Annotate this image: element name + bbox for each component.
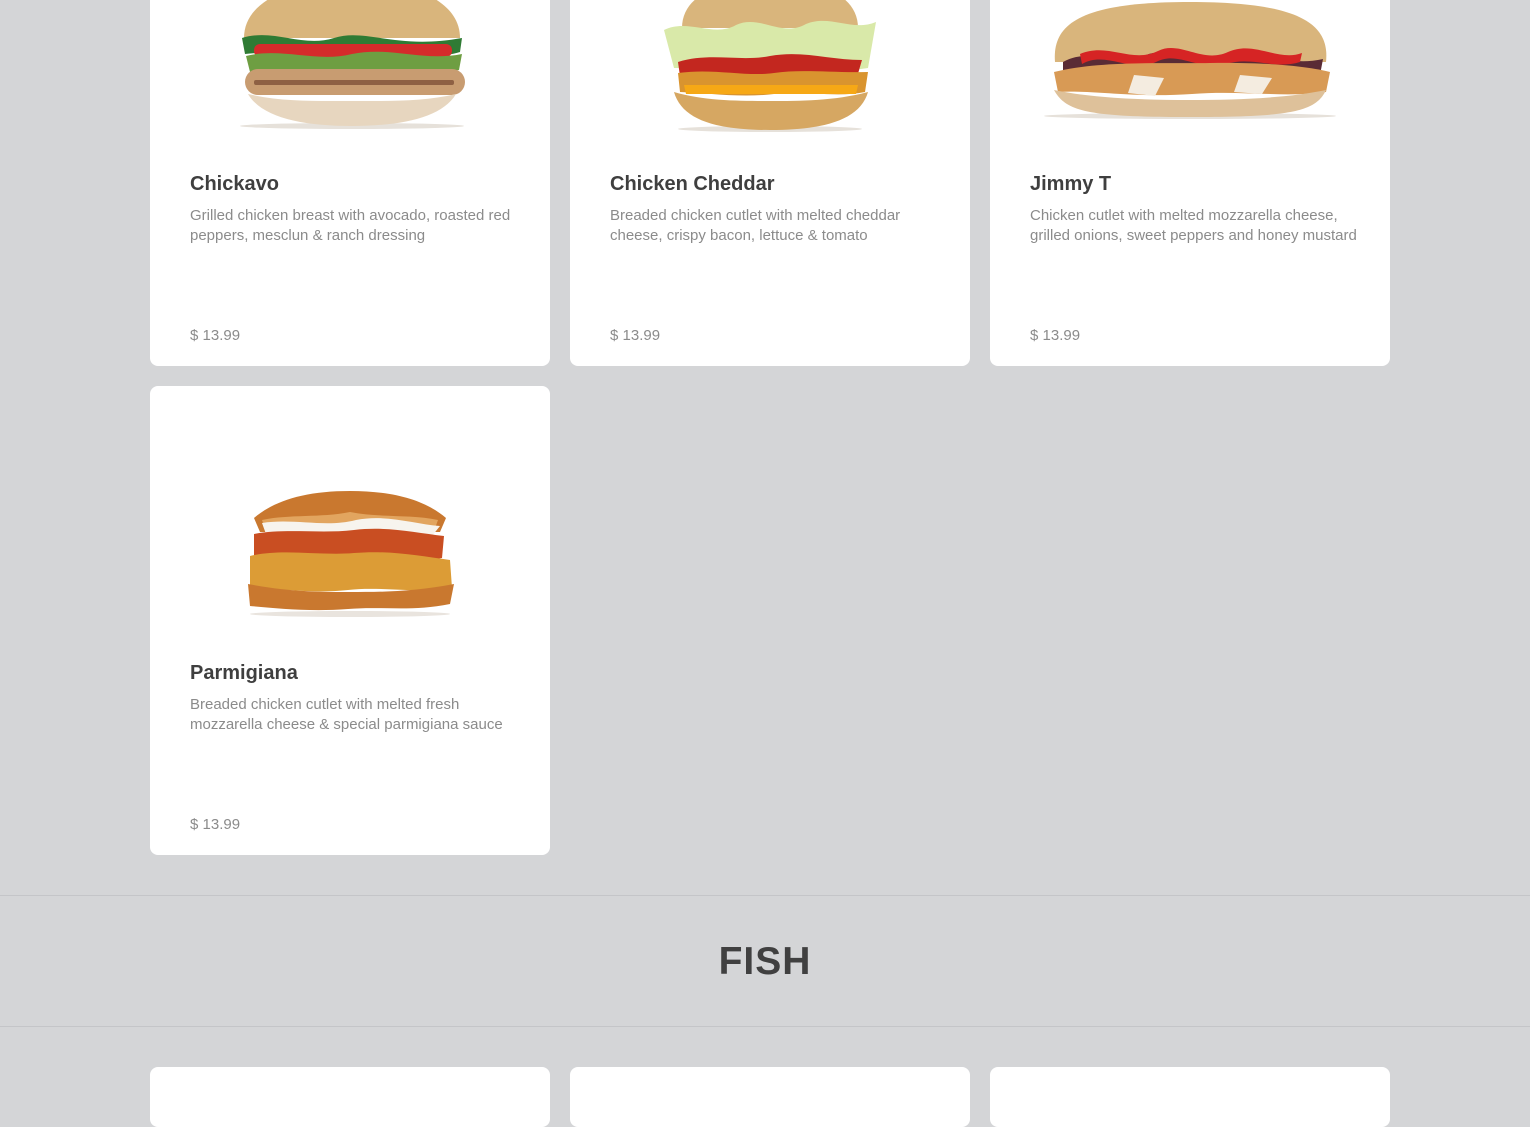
jimmy-t-sandwich-image — [1044, 2, 1336, 119]
menu-item-price: $ 13.99 — [190, 327, 241, 344]
menu-item-name: Chickavo — [190, 173, 279, 195]
chicken-cheddar-sandwich-image — [664, 0, 876, 132]
menu-item-price: $ 13.99 — [610, 327, 661, 344]
menu-item-name: Parmigiana — [190, 662, 298, 684]
menu-item-name: Jimmy T — [1030, 173, 1112, 195]
section-title-fish: FISH — [718, 940, 812, 983]
section-divider-top — [0, 895, 1530, 896]
section-divider-bottom — [0, 1026, 1530, 1027]
menu-item-description: Chicken cutlet with melted mozzarella ch… — [1030, 207, 1357, 244]
menu-item-card-chicken-cheddar[interactable]: Chicken Cheddar Breaded chicken cutlet w… — [570, 0, 970, 366]
menu-item-card-jimmy-t[interactable]: Jimmy T Chicken cutlet with melted mozza… — [990, 0, 1390, 366]
menu-item-card-chickavo[interactable]: Chickavo Grilled chicken breast with avo… — [150, 0, 550, 366]
menu-item-name: Chicken Cheddar — [610, 173, 775, 195]
menu-item-price: $ 13.99 — [190, 816, 241, 833]
parmigiana-sandwich-image — [248, 491, 454, 617]
menu-item-description: Breaded chicken cutlet with melted fresh… — [190, 696, 503, 733]
fish-menu-item-card-1[interactable] — [150, 1067, 550, 1127]
menu-item-description: Grilled chicken breast with avocado, roa… — [190, 207, 511, 244]
menu-item-description: Breaded chicken cutlet with melted chedd… — [610, 207, 901, 244]
chickavo-sandwich-image — [240, 0, 465, 129]
fish-menu-item-card-3[interactable] — [990, 1067, 1390, 1127]
menu-item-price: $ 13.99 — [1030, 327, 1081, 344]
menu-item-card-parmigiana[interactable]: Parmigiana Breaded chicken cutlet with m… — [150, 386, 550, 855]
fish-menu-item-card-2[interactable] — [570, 1067, 970, 1127]
